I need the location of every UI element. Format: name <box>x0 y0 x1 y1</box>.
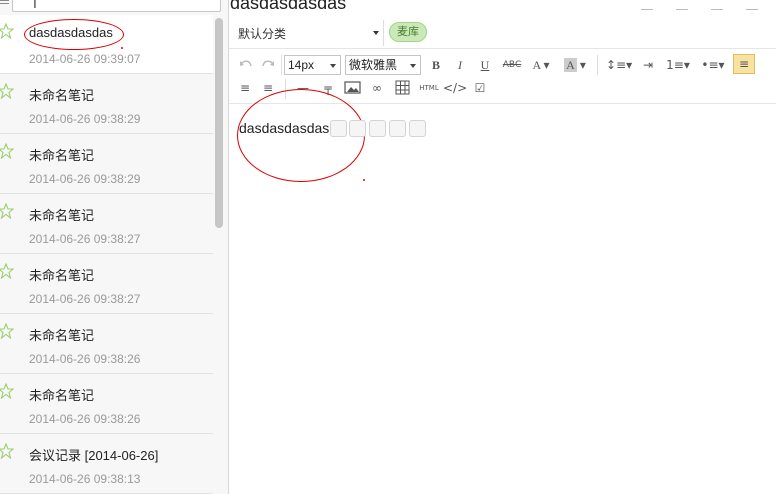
star-icon[interactable] <box>0 443 14 459</box>
note-date: 2014-06-26 09:38:29 <box>29 172 141 186</box>
menu-icon[interactable] <box>0 0 10 8</box>
note-item[interactable]: 未命名笔记 2014-06-26 09:38:29 <box>0 135 213 194</box>
italic-icon[interactable]: I <box>453 56 467 74</box>
image-icon[interactable] <box>344 80 361 95</box>
note-title: 未命名笔记 <box>29 148 95 163</box>
note-date: 2014-06-26 09:38:13 <box>29 472 141 486</box>
note-item[interactable]: 未命名笔记 2014-06-26 09:38:27 <box>0 255 213 314</box>
note-date: 2014-06-26 09:38:26 <box>29 352 141 366</box>
note-title: 会议记录 [2014-06-26] <box>29 448 159 463</box>
underline-icon[interactable]: U <box>478 56 492 74</box>
divider <box>281 55 282 75</box>
note-title: 未命名笔记 <box>29 268 95 283</box>
category-label: 默认分类 <box>238 27 287 41</box>
note-item[interactable]: 未命名笔记 2014-06-26 09:38:26 <box>0 315 213 374</box>
search-bar: I <box>0 0 228 15</box>
annotation-ellipse <box>24 19 124 50</box>
note-title: 未命名笔记 <box>29 88 95 103</box>
note-title-field[interactable]: dasdasdasdas <box>230 0 346 14</box>
category-select[interactable]: 默认分类 <box>233 22 381 44</box>
placeholder-box <box>349 120 366 137</box>
note-title: 未命名笔记 <box>29 208 95 223</box>
star-icon[interactable] <box>0 263 14 279</box>
note-content-area[interactable]: dasdasdasdas <box>229 104 776 494</box>
more-icon[interactable] <box>746 1 758 10</box>
note-date: 2014-06-26 09:38:27 <box>29 232 141 246</box>
placeholder-box <box>389 120 406 137</box>
note-title: 未命名笔记 <box>29 328 95 343</box>
font-family-value: 微软雅黑 <box>349 58 398 72</box>
star-icon[interactable] <box>0 323 14 339</box>
star-icon[interactable] <box>0 383 14 399</box>
redo-icon[interactable] <box>260 56 276 74</box>
bold-icon[interactable]: B <box>429 56 443 74</box>
line-height-icon[interactable]: ↕≡▾ <box>606 56 632 74</box>
note-date: 2014-06-26 09:38:29 <box>29 112 141 126</box>
annotation-dot <box>363 179 365 181</box>
note-date: 2014-06-26 09:38:27 <box>29 292 141 306</box>
note-title-bar: dasdasdasdas <box>229 0 776 18</box>
note-body-text: dasdasdasdas <box>239 120 330 136</box>
note-item[interactable]: 未命名笔记 2014-06-26 09:38:27 <box>0 195 213 254</box>
pin-icon[interactable] <box>675 1 688 10</box>
note-item[interactable]: 未命名笔记 2014-06-26 09:38:29 <box>0 75 213 134</box>
chevron-down-icon <box>410 64 416 68</box>
note-item[interactable]: 未命名笔记 2014-06-26 09:38:26 <box>0 375 213 434</box>
note-meta-bar: 默认分类 麦库 <box>229 18 776 49</box>
link-icon[interactable]: ∞ <box>368 79 386 97</box>
checkbox-icon[interactable]: ☑ <box>472 79 488 97</box>
html-icon[interactable]: HTML <box>418 79 440 97</box>
tag-badge[interactable]: 麦库 <box>389 22 427 42</box>
text-cursor-icon: I <box>33 0 37 12</box>
star-icon[interactable] <box>0 23 14 39</box>
font-size-select[interactable]: 14px <box>284 55 341 75</box>
unordered-list-icon[interactable]: •≡▾ <box>699 56 727 74</box>
indent-icon[interactable]: ⇥ <box>639 56 657 74</box>
font-family-select[interactable]: 微软雅黑 <box>345 55 421 75</box>
note-item[interactable]: 会议记录 [2014-06-26] 2014-06-26 09:38:13 <box>0 435 213 494</box>
placeholder-box <box>409 120 426 137</box>
placeholder-box <box>369 120 386 137</box>
star-icon[interactable] <box>0 83 14 99</box>
search-input[interactable] <box>12 0 221 12</box>
divider <box>597 55 598 75</box>
scrollbar[interactable] <box>215 18 223 228</box>
chevron-down-icon <box>330 64 336 68</box>
note-date: 2014-06-26 09:38:26 <box>29 412 141 426</box>
note-title: 未命名笔记 <box>29 388 95 403</box>
font-size-value: 14px <box>288 58 315 72</box>
annotation-dot <box>121 47 123 49</box>
note-editor: dasdasdasdas 默认分类 麦库 14px 微软雅黑 B I U ABC… <box>229 0 776 494</box>
divider <box>383 20 384 46</box>
export-icon[interactable] <box>710 1 723 10</box>
table-icon[interactable] <box>395 80 410 95</box>
share-icon[interactable] <box>640 1 653 10</box>
code-icon[interactable]: </> <box>443 79 467 97</box>
star-icon[interactable] <box>0 143 14 159</box>
ordered-list-icon[interactable]: 1≡▾ <box>664 56 692 74</box>
align-center-icon[interactable]: ≡ <box>237 79 253 97</box>
chevron-down-icon <box>373 31 379 35</box>
align-left-icon[interactable]: ≡ <box>733 54 755 74</box>
strikethrough-icon[interactable]: ABC <box>501 56 523 74</box>
font-color-icon[interactable]: A ▾ <box>529 56 553 74</box>
highlight-color-icon[interactable]: A ▾ <box>562 56 588 74</box>
note-date: 2014-06-26 09:39:07 <box>29 52 141 66</box>
placeholder-box <box>330 120 347 137</box>
formatting-toolbar: 14px 微软雅黑 B I U ABC A ▾ A ▾ ↕≡▾ ⇥ 1≡▾ •≡… <box>229 49 776 182</box>
undo-icon[interactable] <box>238 56 254 74</box>
title-actions <box>623 0 758 14</box>
note-list-panel: I dasdasdasdas 2014-06-26 09:39:07 未命名笔记… <box>0 0 229 494</box>
star-icon[interactable] <box>0 203 14 219</box>
